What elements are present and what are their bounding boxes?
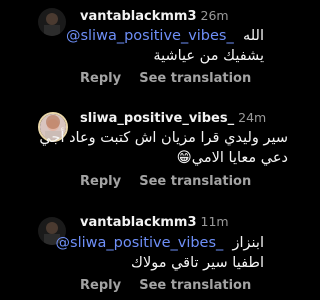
mention-link[interactable]: @sliwa_positive_vibes_ — [56, 235, 224, 251]
see-translation-button[interactable]: See translation — [139, 174, 251, 189]
comment-actions: Reply See translation — [80, 278, 251, 293]
username[interactable]: vantablackmm3 11m — [80, 214, 229, 230]
comment-text-line-1: الله @sliwa_positive_vibes_ — [65, 28, 264, 44]
see-translation-button[interactable]: See translation — [139, 278, 251, 293]
reply-button[interactable]: Reply — [80, 71, 121, 86]
avatar[interactable] — [38, 8, 66, 36]
comment-text-line-2: اطفيا سير تاقي مولاك — [131, 255, 264, 271]
timestamp: 11m — [200, 214, 229, 229]
reply-button[interactable]: Reply — [80, 278, 121, 293]
username[interactable]: vantablackmm3 26m — [80, 8, 229, 24]
comment-text-line-1: ابنزاز @sliwa_positive_vibes_ — [55, 235, 264, 251]
mention-link[interactable]: @sliwa_positive_vibes_ — [66, 28, 234, 44]
see-translation-button[interactable]: See translation — [139, 71, 251, 86]
comment-text-line-2: دعي معايا الامي😁 — [176, 150, 288, 166]
reply-button[interactable]: Reply — [80, 174, 121, 189]
comment-text-line-2: يشفيك من عياشية — [153, 48, 264, 64]
timestamp: 26m — [200, 8, 229, 23]
comment-actions: Reply See translation — [80, 174, 251, 189]
comment-actions: Reply See translation — [80, 71, 251, 86]
comment-text-line-1: سير وليدي قرا مزيان اش كتبت وعاد أجي — [39, 130, 288, 146]
timestamp: 24m — [238, 110, 267, 125]
username[interactable]: sliwa_positive_vibes_ 24m — [80, 110, 266, 126]
